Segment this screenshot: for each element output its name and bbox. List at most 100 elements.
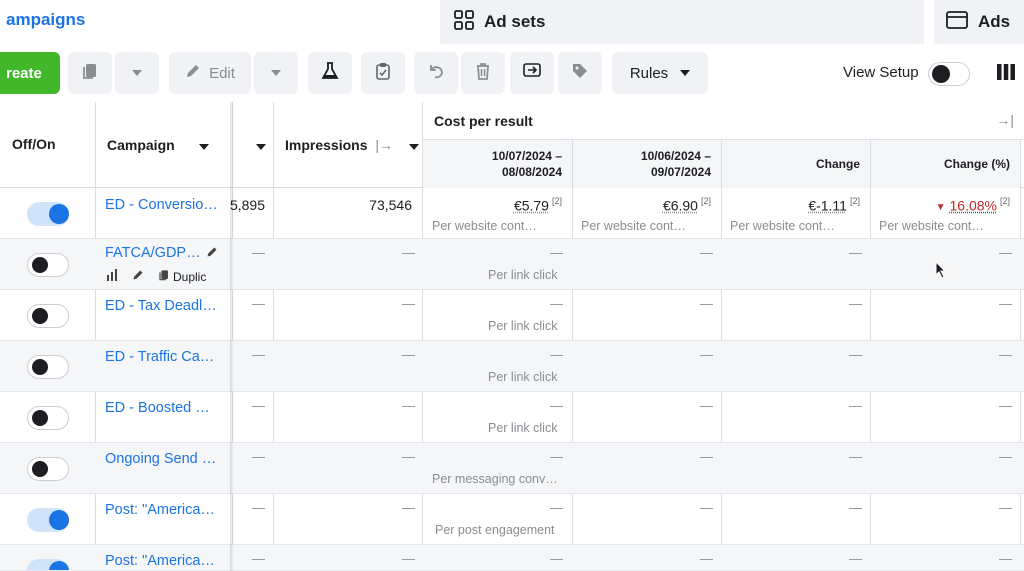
cost-value-2: —: [700, 296, 713, 311]
clipboard-button[interactable]: [361, 52, 405, 94]
duplicate-icon: [158, 269, 170, 284]
campaign-name-link[interactable]: Ongoing Send …: [105, 451, 223, 467]
rules-dropdown[interactable]: Rules: [612, 52, 708, 94]
cost-value-1: —: [550, 398, 563, 413]
campaign-name-link[interactable]: ED - Tax Deadl…: [105, 298, 223, 314]
campaign-name-link[interactable]: FATCA/GDP…: [105, 245, 201, 261]
grid-icon: [454, 9, 474, 35]
tags-button[interactable]: [558, 52, 602, 94]
change-cell: €-1.11 [2]: [721, 196, 860, 215]
result-type: Per link click: [488, 319, 558, 333]
table-row[interactable]: ED - Conversio… 5,895 73,546 €5.79 [2] Pe…: [0, 188, 1024, 239]
change-value[interactable]: €-1.11: [808, 197, 847, 213]
table-row[interactable]: Post: "America… — — — — — —: [0, 545, 1024, 571]
campaign-name-link[interactable]: ED - Traffic Ca…: [105, 349, 223, 365]
tag-icon: [571, 62, 589, 84]
view-setup-toggle[interactable]: [928, 62, 970, 86]
result-type: Per link click: [488, 421, 558, 435]
campaign-name-link[interactable]: ED - Conversio…: [105, 197, 223, 213]
tab-ad-sets[interactable]: Ad sets: [440, 0, 924, 44]
col-cost-per-result[interactable]: Cost per result: [434, 113, 533, 129]
impressions-value: —: [402, 551, 415, 566]
duplicate-action[interactable]: Duplic: [173, 270, 206, 284]
campaign-toggle[interactable]: [27, 406, 69, 430]
campaign-toggle[interactable]: [27, 355, 69, 379]
table-row[interactable]: ED - Traffic Ca… — — — Per link click — …: [0, 341, 1024, 392]
cost-value-2[interactable]: €6.90: [663, 197, 698, 213]
ab-test-button[interactable]: [308, 52, 352, 94]
table-row[interactable]: ED - Boosted … — — — Per link click — — …: [0, 392, 1024, 443]
edit-button[interactable]: Edit: [169, 52, 251, 94]
duplicate-dropdown[interactable]: [115, 52, 159, 94]
pencil-icon[interactable]: [132, 269, 144, 284]
campaign-toggle[interactable]: [27, 457, 69, 481]
table-row[interactable]: FATCA/GDP… Duplic — — — Per link click —…: [0, 239, 1024, 290]
col-impressions[interactable]: Impressions |→: [285, 137, 419, 153]
campaign-name-link[interactable]: Post: "America…: [105, 502, 223, 518]
col-campaign[interactable]: Campaign: [107, 137, 209, 153]
result-type: Per website cont…: [581, 219, 686, 233]
change-value: —: [849, 296, 862, 311]
export-button[interactable]: [510, 52, 554, 94]
cost-value-1: —: [550, 551, 563, 566]
campaign-toggle[interactable]: [27, 253, 69, 277]
cost-value-1: —: [550, 245, 563, 260]
col-results-sort[interactable]: [256, 137, 266, 153]
cost-value-1: —: [550, 296, 563, 311]
toggle-knob: [32, 410, 48, 426]
toggle-knob: [49, 204, 69, 224]
duplicate-button[interactable]: [68, 52, 112, 94]
change-pct-value[interactable]: 16.08%: [950, 197, 997, 213]
result-type: Per website cont…: [432, 219, 537, 233]
campaign-toggle[interactable]: [27, 202, 69, 226]
change-pct-value: —: [999, 500, 1012, 515]
row-actions: Duplic: [106, 269, 206, 284]
cost-value-1: —: [550, 449, 563, 464]
edit-dropdown[interactable]: [254, 52, 298, 94]
col-campaign-label: Campaign: [107, 137, 175, 153]
chart-icon[interactable]: [106, 269, 118, 284]
result-type: Per link click: [488, 370, 558, 384]
table-row[interactable]: Ongoing Send … — — — Per messaging conv……: [0, 443, 1024, 494]
change-value: —: [849, 551, 862, 566]
tab-ads[interactable]: Ads: [934, 0, 1024, 44]
create-button[interactable]: reate: [0, 52, 60, 94]
columns-icon: [997, 63, 1015, 85]
delete-button[interactable]: [461, 52, 505, 94]
cost-value-2: —: [700, 398, 713, 413]
campaigns-table: Off/On Campaign Impressions |→ Cost per …: [0, 102, 1024, 571]
frozen-column-shadow: [230, 102, 234, 571]
cost-value-2: —: [700, 347, 713, 362]
period-2-line-1: 10/06/2024 –: [640, 149, 711, 163]
tab-campaigns[interactable]: ampaigns: [6, 10, 85, 30]
change-pct-cell: ▼ 16.08% [2]: [870, 196, 1010, 215]
cost-per-result-group: Cost per result →|: [422, 102, 1024, 140]
undo-icon: [427, 62, 445, 84]
pencil-icon[interactable]: [206, 245, 218, 263]
toggle-knob: [932, 65, 950, 83]
mouse-cursor-icon: [935, 260, 947, 284]
campaign-name-link[interactable]: ED - Boosted …: [105, 400, 223, 416]
change-value: —: [849, 245, 862, 260]
toggle-knob: [32, 359, 48, 375]
toggle-knob: [32, 308, 48, 324]
campaign-name-link[interactable]: Post: "America…: [105, 553, 223, 569]
results-value: —: [252, 551, 265, 566]
campaign-toggle[interactable]: [27, 508, 69, 532]
period-1-line-1: 10/07/2024 –: [491, 149, 562, 163]
sort-icon: [198, 144, 209, 150]
chevron-down-icon: [271, 70, 281, 76]
flask-icon: [321, 62, 339, 84]
cost-value-2: —: [700, 245, 713, 260]
cost-value-1[interactable]: €5.79: [514, 197, 549, 213]
undo-button[interactable]: [414, 52, 458, 94]
collapse-icon[interactable]: →|: [996, 112, 1014, 128]
footnote: [2]: [999, 196, 1010, 206]
triangle-down-icon: ▼: [935, 202, 946, 214]
columns-button[interactable]: [988, 54, 1024, 94]
results-value: —: [252, 245, 265, 260]
table-row[interactable]: Post: "America… — — — Per post engagemen…: [0, 494, 1024, 545]
campaign-toggle[interactable]: [27, 559, 69, 570]
table-row[interactable]: ED - Tax Deadl… — — — Per link click — —…: [0, 290, 1024, 341]
campaign-toggle[interactable]: [27, 304, 69, 328]
